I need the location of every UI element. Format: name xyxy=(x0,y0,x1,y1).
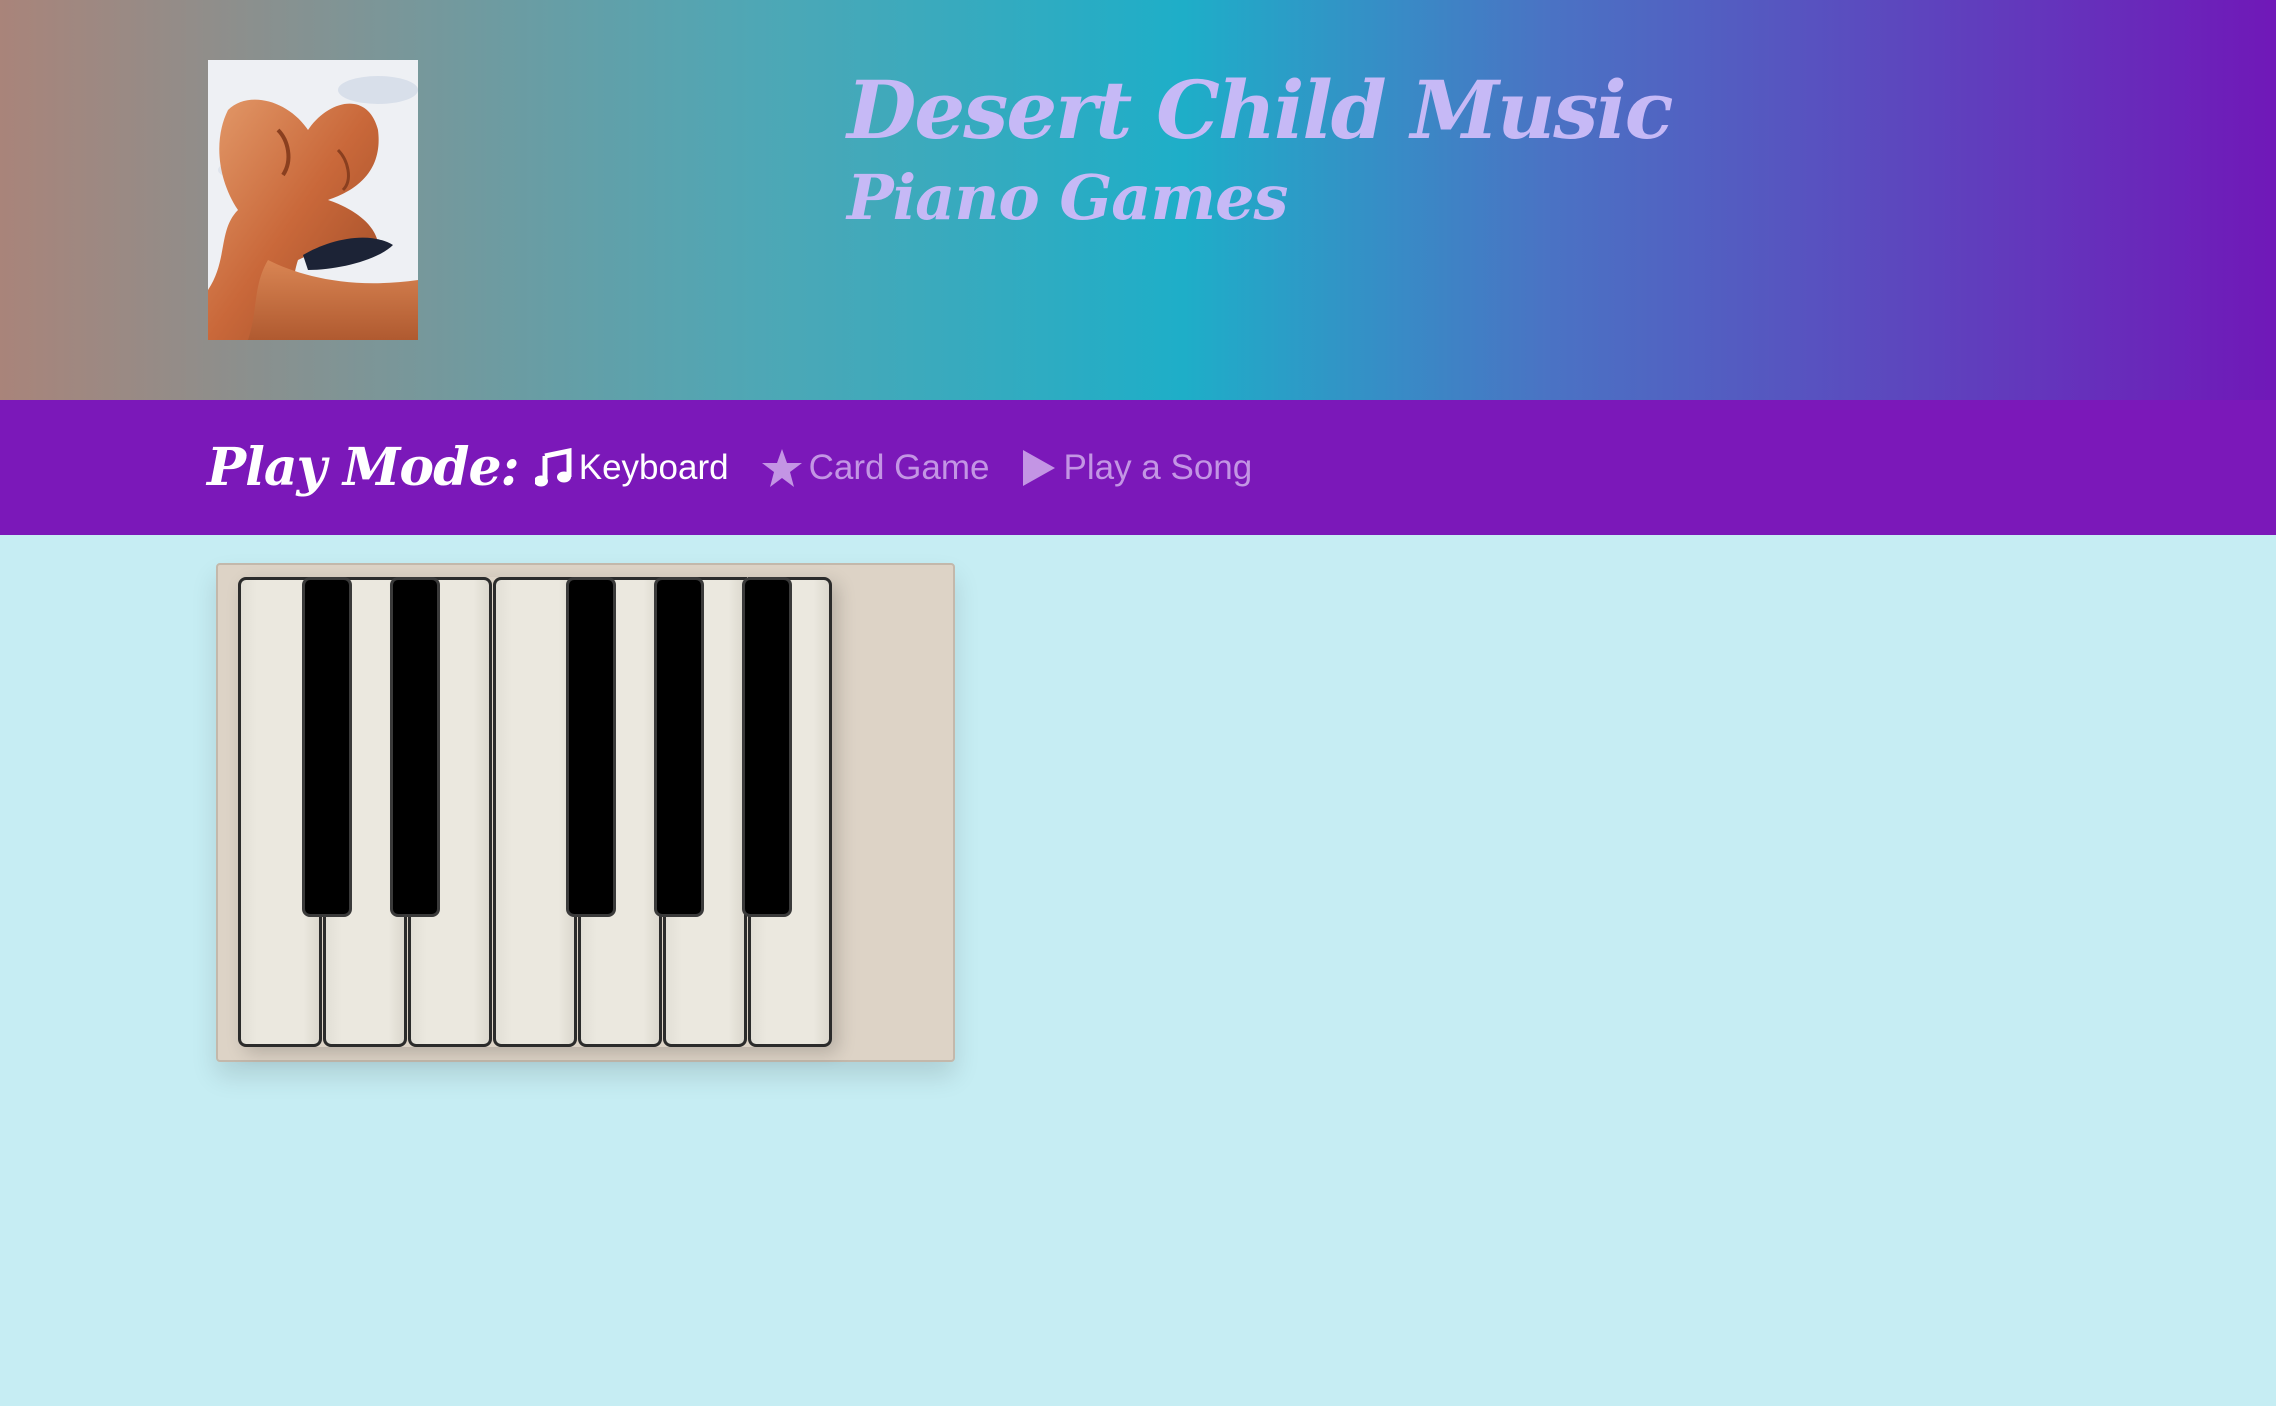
play-mode-nav: Play Mode: Keyboard Card Game Play a Son… xyxy=(0,400,2276,535)
play-mode-label: Play Mode: xyxy=(207,437,520,498)
nav-play-a-song-label: Play a Song xyxy=(1063,447,1253,487)
star-icon xyxy=(761,447,803,489)
black-key-c-sharp[interactable] xyxy=(302,577,352,917)
play-icon xyxy=(1021,448,1057,488)
site-subtitle: Piano Games xyxy=(847,161,1288,234)
nav-card-game[interactable]: Card Game xyxy=(761,447,990,489)
black-key-d-sharp[interactable] xyxy=(390,577,440,917)
nav-play-a-song[interactable]: Play a Song xyxy=(1021,448,1252,488)
nav-keyboard-label: Keyboard xyxy=(578,447,729,487)
nav-card-game-label: Card Game xyxy=(808,447,990,487)
nav-keyboard[interactable]: Keyboard xyxy=(533,447,729,488)
music-note-icon xyxy=(533,447,573,488)
site-title: Desert Child Music xyxy=(847,63,1673,157)
logo-image xyxy=(208,60,418,340)
site-header: Desert Child Music Piano Games xyxy=(0,0,2276,400)
black-key-g-sharp[interactable] xyxy=(654,577,704,917)
black-key-f-sharp[interactable] xyxy=(566,577,616,917)
white-key-f[interactable] xyxy=(493,577,577,1047)
black-key-a-sharp[interactable] xyxy=(742,577,792,917)
piano-keyboard xyxy=(216,563,955,1062)
